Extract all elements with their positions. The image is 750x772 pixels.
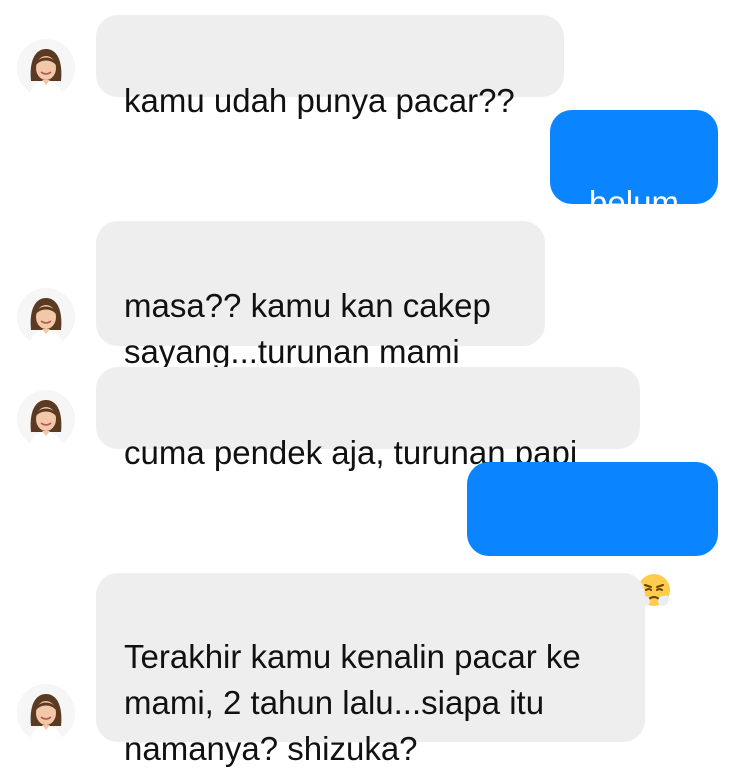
message-text: masa?? kamu kan cakep sayang...turunan m… <box>124 287 491 370</box>
message-text: belum <box>589 184 679 221</box>
message-text: Terakhir kamu kenalin pacar ke mami, 2 t… <box>124 638 581 767</box>
chat-thread: kamu udah punya pacar?? belum masa?? kam… <box>0 0 750 767</box>
message-outgoing[interactable]: mami ih <box>467 462 718 606</box>
message-incoming[interactable]: cuma pendek aja, turunan papi <box>96 367 640 471</box>
message-incoming[interactable]: masa?? kamu kan cakep sayang...turunan m… <box>96 221 545 370</box>
contact-avatar[interactable] <box>17 684 75 742</box>
message-incoming[interactable]: Terakhir kamu kenalin pacar ke mami, 2 t… <box>96 573 645 767</box>
contact-avatar[interactable] <box>17 39 75 97</box>
message-outgoing[interactable]: belum <box>550 110 718 221</box>
contact-avatar[interactable] <box>17 288 75 346</box>
message-incoming[interactable]: kamu udah punya pacar?? <box>96 15 564 119</box>
message-text: kamu udah punya pacar?? <box>124 82 515 119</box>
contact-avatar[interactable] <box>17 390 75 448</box>
